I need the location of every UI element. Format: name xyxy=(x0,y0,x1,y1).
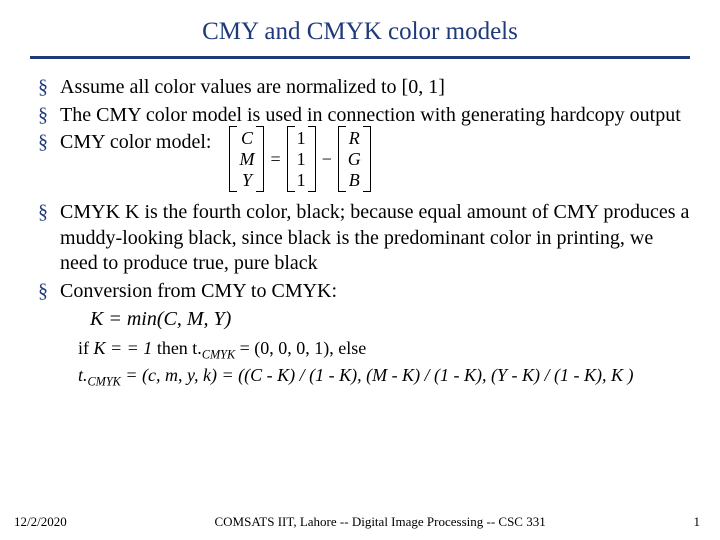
bullet-item: Conversion from CMY to CMYK: K = min(C, … xyxy=(38,279,690,332)
title-rule xyxy=(30,56,690,59)
matrix-cell: B xyxy=(349,170,360,191)
if-line: if K = = 1 then t.CMYK = (0, 0, 0, 1), e… xyxy=(78,336,690,363)
bullet-item: CMY color model: C M Y = 1 1 1 xyxy=(38,130,690,192)
footer-page-number: 1 xyxy=(694,514,701,530)
bullet-item: Assume all color values are normalized t… xyxy=(38,75,690,101)
matrix-cell: 1 xyxy=(297,128,306,149)
rgb-vector: R G B xyxy=(338,126,371,192)
bullet-text: Conversion from CMY to CMYK: xyxy=(60,280,337,302)
bullet-item: The CMY color model is used in connectio… xyxy=(38,103,690,129)
ones-vector: 1 1 1 xyxy=(287,126,316,192)
matrix-cell: 1 xyxy=(297,170,306,191)
matrix-cell: R xyxy=(349,128,360,149)
text: t. xyxy=(78,365,88,385)
equation-kmin: K = min(C, M, Y) xyxy=(90,307,690,333)
text: K = = 1 xyxy=(94,338,153,358)
cmy-vector: C M Y xyxy=(229,126,264,192)
conversion-details: if K = = 1 then t.CMYK = (0, 0, 0, 1), e… xyxy=(78,336,690,390)
equals-sign: = xyxy=(270,148,280,171)
text: if xyxy=(78,338,94,358)
subscript: CMYK xyxy=(88,375,121,389)
bullet-item: CMYK K is the fourth color, black; becau… xyxy=(38,200,690,277)
matrix-cell: Y xyxy=(242,170,252,191)
cmy-matrix-equation: C M Y = 1 1 1 − R G xyxy=(229,126,370,192)
bullet-list-2: CMYK K is the fourth color, black; becau… xyxy=(38,200,690,332)
matrix-cell: C xyxy=(241,128,253,149)
footer-date: 12/2/2020 xyxy=(14,514,67,530)
text: = (0, 0, 0, 1), else xyxy=(235,338,366,358)
slide-title: CMY and CMYK color models xyxy=(30,18,690,46)
matrix-cell: M xyxy=(239,149,254,170)
text: then t. xyxy=(152,338,202,358)
bullet-text: CMY color model: xyxy=(60,130,211,156)
matrix-cell: G xyxy=(348,149,361,170)
text: = (c, m, y, k) = ((C - K) / (1 - K), (M … xyxy=(121,365,634,385)
matrix-cell: 1 xyxy=(297,149,306,170)
bullet-list: Assume all color values are normalized t… xyxy=(38,75,690,192)
footer-center: COMSATS IIT, Lahore -- Digital Image Pro… xyxy=(67,514,694,530)
minus-sign: − xyxy=(322,148,332,171)
slide-footer: 12/2/2020 COMSATS IIT, Lahore -- Digital… xyxy=(0,514,720,530)
subscript: CMYK xyxy=(202,348,235,362)
else-line: t.CMYK = (c, m, y, k) = ((C - K) / (1 - … xyxy=(78,363,690,390)
